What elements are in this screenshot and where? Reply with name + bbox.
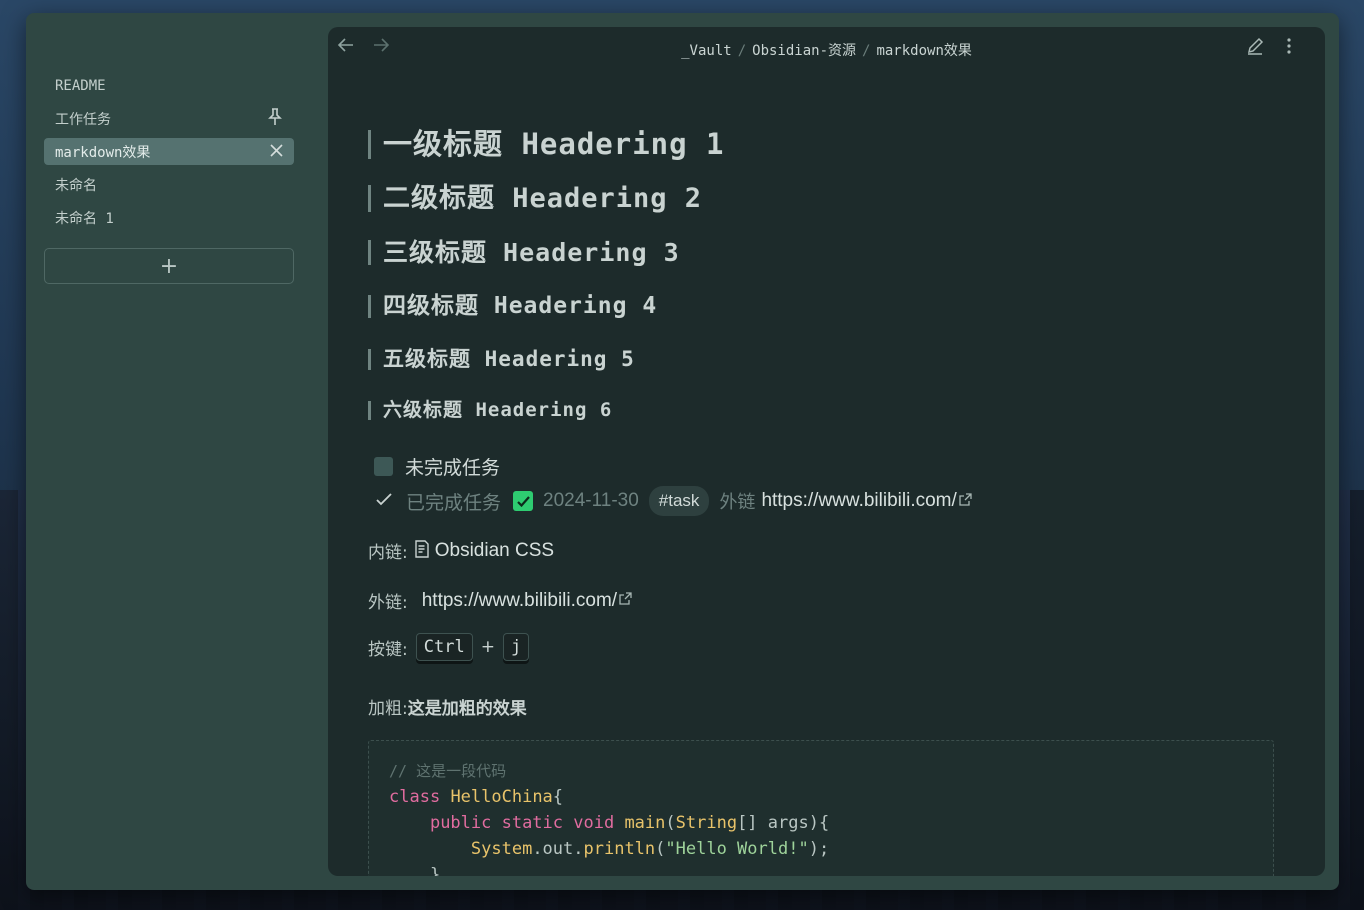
task-date: 2024-11-30 <box>543 490 639 511</box>
external-link-icon <box>959 492 972 510</box>
sidebar-item-untitled-1[interactable]: 未命名 1 <box>44 201 294 234</box>
external-link-label: 外链 <box>719 492 756 513</box>
heading-4: 四级标题 Headering 4 <box>368 295 657 318</box>
task-checkbox[interactable] <box>374 457 393 476</box>
code-line: class HelloChina{ <box>389 784 1253 810</box>
code-function: main <box>624 813 666 833</box>
code-line: System.out.println("Hello World!"); <box>389 836 1253 862</box>
tag-pill[interactable]: #task <box>648 486 710 516</box>
sidebar-item-label: README <box>55 77 106 94</box>
key-plus: + <box>480 637 495 657</box>
sidebar-item-work-tasks[interactable]: 工作任务 <box>44 102 294 135</box>
code-punct: { <box>552 787 564 807</box>
pin-icon[interactable] <box>267 107 283 130</box>
app-window: README 工作任务 markdown效果 未命名 未命名 1 + _Vaul… <box>26 13 1339 890</box>
code-function: println <box>583 839 656 859</box>
task-text: 未完成任务 <box>405 457 501 479</box>
code-class-name: HelloChina <box>450 787 553 807</box>
sidebar-item-readme[interactable]: README <box>44 69 294 102</box>
file-list: README 工作任务 markdown效果 未命名 未命名 1 <box>44 69 294 234</box>
add-tab-button[interactable]: + <box>44 248 294 284</box>
bold-label: 加粗: <box>368 699 408 719</box>
task-item-done: 已完成任务 2024-11-30 #task 外链 https://www.bi… <box>374 486 972 516</box>
view-header: _Vault / Obsidian-资源 / markdown效果 <box>328 27 1325 71</box>
breadcrumb-item[interactable]: Obsidian-资源 <box>752 43 856 59</box>
heading-6: 六级标题 Headering 6 <box>368 401 612 420</box>
close-icon[interactable] <box>270 143 283 161</box>
more-options-icon[interactable] <box>1286 37 1292 60</box>
code-keyword: public static void <box>429 813 615 833</box>
checked-box-icon <box>513 491 534 511</box>
keyboard-row: 按键: Ctrl + j <box>368 633 530 661</box>
code-punct: } <box>429 865 441 876</box>
heading-2: 二级标题 Headering 2 <box>368 185 702 212</box>
keys-label: 按键: <box>368 639 408 660</box>
code-punct: ( <box>655 839 666 859</box>
plus-icon: + <box>159 253 179 279</box>
external-link-icon <box>619 592 632 609</box>
sidebar-item-label: 未命名 <box>55 177 97 194</box>
bold-row: 加粗: 这是加粗的效果 <box>368 694 527 719</box>
code-punct: ( <box>665 813 676 833</box>
task-item-todo: 未完成任务 <box>374 453 500 480</box>
breadcrumb-item[interactable]: markdown效果 <box>876 43 971 59</box>
internal-link[interactable]: Obsidian CSS <box>435 540 554 562</box>
task-text: 已完成任务 <box>406 491 502 514</box>
code-class-name: System <box>470 839 533 859</box>
heading-1: 一级标题 Headering 1 <box>368 130 725 159</box>
editor-pane: _Vault / Obsidian-资源 / markdown效果 一级标题 Heade… <box>328 27 1325 876</box>
breadcrumb-item[interactable]: _Vault <box>681 43 732 59</box>
breadcrumb-separator: / <box>737 43 747 59</box>
code-string: "Hello World!" <box>665 839 809 859</box>
bold-text: 这是加粗的效果 <box>407 699 527 719</box>
code-punct: [] args){ <box>737 813 830 833</box>
code-type: String <box>675 813 738 833</box>
external-link-row: 外链: https://www.bilibili.com/ <box>368 588 632 613</box>
internal-link-row: 内链: Obsidian CSS <box>368 538 554 564</box>
code-punct: .out. <box>532 839 584 859</box>
external-link[interactable]: https://www.bilibili.com/ <box>422 590 617 612</box>
checkmark-icon[interactable] <box>376 491 392 511</box>
sidebar-item-untitled[interactable]: 未命名 <box>44 168 294 201</box>
sidebar: README 工作任务 markdown效果 未命名 未命名 1 + <box>26 13 316 890</box>
sidebar-item-label: 未命名 1 <box>55 210 114 227</box>
code-block[interactable]: // 这是一段代码 class HelloChina{ public stati… <box>368 740 1274 876</box>
key-j: j <box>502 633 530 661</box>
code-line: public static void main(String[] args){ <box>389 810 1253 836</box>
code-comment: // 这是一段代码 <box>389 762 507 780</box>
external-link[interactable]: https://www.bilibili.com/ <box>761 490 956 512</box>
note-file-icon <box>414 539 429 562</box>
breadcrumb: _Vault / Obsidian-资源 / markdown效果 <box>328 40 1325 60</box>
heading-3: 三级标题 Headering 3 <box>368 240 680 265</box>
code-punct: ); <box>808 839 830 859</box>
internal-link-label: 内链: <box>368 543 408 563</box>
key-ctrl: Ctrl <box>415 633 473 661</box>
sidebar-item-label: markdown效果 <box>55 144 151 161</box>
code-line: } <box>389 862 1253 876</box>
heading-5: 五级标题 Headering 5 <box>368 349 635 370</box>
breadcrumb-separator: / <box>862 43 871 59</box>
external-link-label: 外链: <box>368 593 408 613</box>
sidebar-item-markdown-effect[interactable]: markdown效果 <box>44 138 294 165</box>
sidebar-item-label: 工作任务 <box>55 111 111 128</box>
edit-pencil-icon[interactable] <box>1246 37 1264 60</box>
code-keyword: class <box>389 787 441 807</box>
